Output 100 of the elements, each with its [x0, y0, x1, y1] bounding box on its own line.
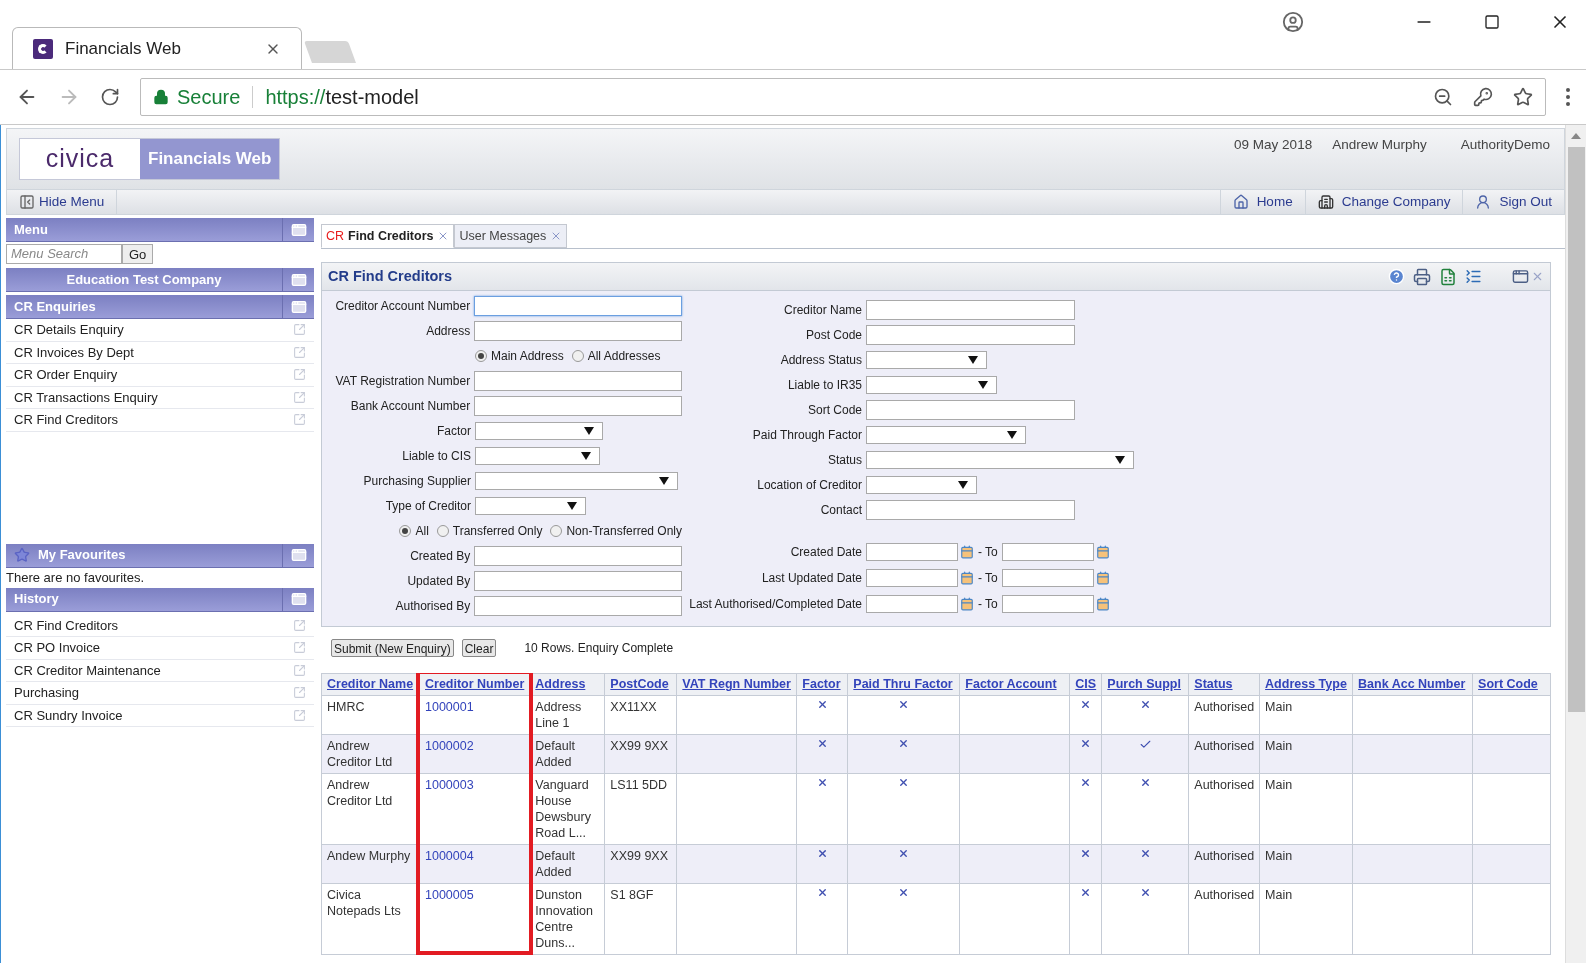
text-field[interactable] — [474, 320, 682, 341]
window-icon[interactable] — [290, 271, 307, 288]
calendar-icon[interactable] — [960, 545, 974, 559]
open-window-icon[interactable] — [293, 323, 306, 337]
scroll-up-icon[interactable] — [1571, 133, 1581, 139]
window-icon[interactable] — [290, 547, 307, 563]
dropdown-field[interactable] — [475, 421, 603, 440]
date-field[interactable] — [1001, 543, 1094, 561]
open-window-icon[interactable] — [293, 413, 306, 427]
menu-item[interactable]: Purchasing — [6, 682, 314, 705]
field-label: Created Date — [790, 544, 862, 561]
open-window-icon[interactable] — [293, 641, 306, 655]
hide-menu-button[interactable]: Hide Menu — [7, 190, 118, 214]
calendar-icon[interactable] — [960, 571, 974, 585]
dropdown-field[interactable] — [475, 446, 600, 465]
help-icon[interactable] — [1388, 268, 1405, 285]
menu-item[interactable]: CR Details Enquiry — [6, 319, 314, 342]
record-link[interactable]: 1000001 — [425, 700, 474, 714]
date-field[interactable] — [1001, 569, 1094, 587]
address-bar[interactable]: Secure https://test-model — [140, 78, 1546, 116]
menu-item[interactable]: CR Transactions Enquiry — [6, 386, 314, 409]
calendar-icon[interactable] — [960, 597, 974, 611]
open-window-icon[interactable] — [293, 368, 306, 382]
open-window-icon[interactable] — [293, 345, 306, 359]
calendar-icon[interactable] — [1095, 545, 1110, 559]
text-field[interactable] — [474, 370, 682, 391]
menu-item[interactable]: CR Find Creditors — [6, 409, 314, 432]
radio-button[interactable] — [571, 349, 584, 362]
text-field[interactable] — [866, 499, 1075, 520]
open-window-icon[interactable] — [293, 686, 306, 700]
dropdown-arrow-icon — [958, 480, 968, 489]
table-cell: Dunston Innovation Centre Duns... — [535, 888, 593, 950]
table-cell: Default Added — [535, 739, 575, 769]
go-button[interactable]: Go — [122, 243, 154, 264]
record-link[interactable]: 1000002 — [425, 739, 474, 753]
nav-link[interactable]: Change Company — [1304, 190, 1463, 214]
text-field[interactable] — [474, 545, 682, 566]
window-icon[interactable] — [290, 298, 307, 315]
date-field[interactable] — [866, 543, 958, 561]
key-icon[interactable] — [1473, 87, 1493, 107]
date-field[interactable] — [866, 595, 958, 613]
record-link[interactable]: 1000005 — [425, 888, 474, 902]
open-window-icon[interactable] — [293, 663, 306, 677]
menu-item[interactable]: CR Invoices By Dept — [6, 341, 314, 364]
dropdown-field[interactable] — [866, 375, 997, 394]
calendar-icon[interactable] — [1095, 597, 1110, 611]
window-icon[interactable] — [290, 221, 307, 238]
radio-button[interactable] — [436, 524, 449, 537]
open-window-icon[interactable] — [293, 390, 306, 404]
dropdown-field[interactable] — [866, 425, 1026, 444]
browser-menu-icon[interactable] — [1566, 88, 1570, 106]
window-icon[interactable] — [1512, 268, 1529, 285]
calendar-icon[interactable] — [1095, 571, 1110, 585]
print-icon[interactable] — [1413, 267, 1431, 286]
menu-search-field[interactable]: Menu Search — [6, 243, 122, 264]
tab[interactable]: CR Find Creditors — [321, 224, 455, 248]
dropdown-field[interactable] — [866, 350, 987, 369]
favourites-title: My Favourites — [38, 546, 126, 565]
text-field[interactable] — [474, 570, 682, 591]
radio-button[interactable] — [475, 349, 487, 362]
text-field[interactable] — [474, 595, 682, 616]
nav-link[interactable]: Sign Out — [1462, 190, 1564, 214]
profile-icon[interactable] — [1282, 11, 1304, 33]
radio-button[interactable] — [399, 524, 412, 537]
menu-item[interactable]: CR Sundry Invoice — [6, 704, 314, 727]
dropdown-field[interactable] — [475, 496, 586, 515]
text-field[interactable] — [866, 324, 1075, 345]
bookmark-star-icon[interactable] — [1513, 87, 1533, 107]
dropdown-field[interactable] — [475, 471, 678, 490]
nav-link[interactable]: Home — [1219, 190, 1305, 214]
text-field[interactable] — [866, 299, 1075, 320]
reload-icon[interactable] — [100, 87, 120, 107]
spreadsheet-icon[interactable] — [1439, 267, 1457, 286]
record-link[interactable]: 1000004 — [425, 849, 474, 863]
radio-button[interactable] — [550, 524, 563, 537]
record-link[interactable]: 1000003 — [425, 778, 474, 792]
submit-button[interactable]: Submit (New Enquiry) — [331, 639, 454, 657]
new-tab-button[interactable] — [304, 41, 356, 63]
lock-icon — [153, 89, 169, 105]
tab[interactable]: User Messages — [454, 224, 568, 248]
menu-item[interactable]: CR Find Creditors — [6, 614, 314, 637]
table-cell: Authorised — [1194, 849, 1255, 863]
text-field[interactable] — [474, 395, 682, 416]
menu-item[interactable]: CR Order Enquiry — [6, 364, 314, 387]
dropdown-field[interactable] — [866, 475, 977, 494]
text-field[interactable] — [474, 295, 682, 316]
field-label: Last Updated Date — [761, 570, 862, 587]
browser-tab[interactable]: Financials Web — [12, 27, 302, 69]
maximize-icon[interactable] — [1484, 14, 1500, 30]
window-icon[interactable] — [290, 591, 307, 607]
menu-item[interactable]: CR Creditor Maintenance — [6, 659, 314, 682]
date-field[interactable] — [1001, 595, 1094, 613]
open-window-icon[interactable] — [293, 618, 306, 632]
dropdown-field[interactable] — [866, 450, 1134, 469]
clear-button[interactable]: Clear — [461, 639, 497, 657]
date-field[interactable] — [866, 569, 958, 587]
zoom-icon[interactable] — [1433, 87, 1453, 107]
text-field[interactable] — [866, 399, 1075, 420]
open-window-icon[interactable] — [293, 708, 306, 722]
menu-item[interactable]: CR PO Invoice — [6, 637, 314, 660]
